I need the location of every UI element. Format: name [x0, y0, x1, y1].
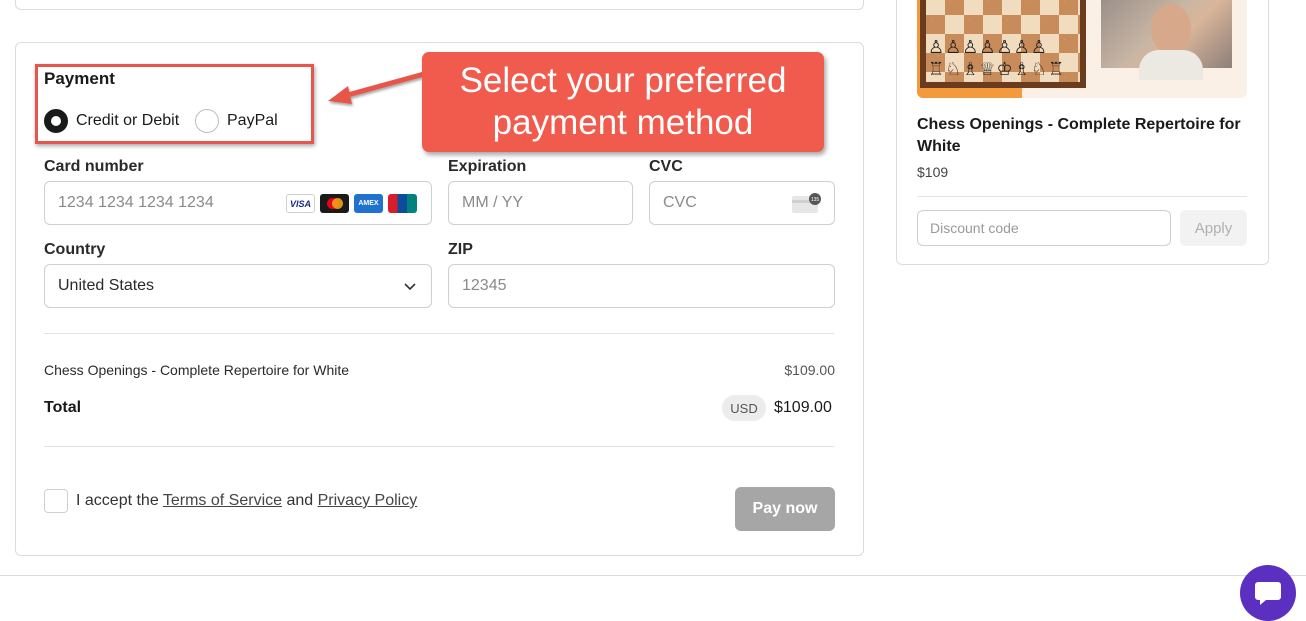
zip-placeholder: 12345 [462, 277, 507, 294]
product-thumbnail: ♙♙♙♙♙♙♙ ♖♘♗♕♔♗♘♖ [917, 0, 1247, 98]
unionpay-icon [388, 194, 417, 213]
card-number-label: Card number [44, 158, 144, 175]
expiration-label: Expiration [448, 158, 527, 175]
card-number-input[interactable]: 1234 1234 1234 1234 VISA AMEX [44, 181, 432, 225]
order-item-price: $109.00 [784, 362, 835, 378]
section-divider [44, 333, 834, 334]
side-divider [917, 196, 1247, 197]
chevron-down-icon [404, 283, 416, 291]
instructor-photo [1101, 0, 1232, 80]
visa-icon: VISA [286, 194, 315, 213]
privacy-policy-link[interactable]: Privacy Policy [318, 492, 418, 509]
total-amount: $109.00 [774, 399, 832, 416]
zip-label: ZIP [448, 241, 473, 258]
callout-arrow-icon [328, 71, 425, 104]
country-select[interactable]: United States [44, 264, 432, 308]
chessboard-image: ♙♙♙♙♙♙♙ ♖♘♗♕♔♗♘♖ [920, 0, 1086, 88]
expiration-input[interactable]: MM / YY [448, 181, 633, 225]
section-divider [44, 446, 834, 447]
cvc-placeholder: CVC [663, 194, 697, 211]
callout-line-2: payment method [492, 103, 754, 142]
terms-checkbox[interactable] [44, 489, 68, 513]
order-item-name: Chess Openings - Complete Repertoire for… [44, 362, 350, 378]
currency-badge: USD [722, 395, 766, 421]
zip-input[interactable]: 12345 [448, 264, 835, 308]
mastercard-icon [320, 194, 349, 213]
footer-divider [0, 575, 1306, 576]
country-label: Country [44, 241, 106, 258]
total-label: Total [44, 399, 82, 416]
card-brand-icons: VISA AMEX [286, 194, 417, 213]
card-number-placeholder: 1234 1234 1234 1234 [58, 194, 214, 211]
cvc-icon-text: 135 [811, 197, 820, 203]
instruction-callout: Select your preferred payment method [422, 52, 824, 152]
cvc-label: CVC [649, 158, 683, 175]
terms-prefix: I accept the [76, 492, 159, 509]
country-value: United States [58, 277, 155, 294]
apply-discount-button[interactable]: Apply [1180, 210, 1247, 246]
product-title: Chess Openings - Complete Repertoire for… [917, 116, 1241, 155]
discount-placeholder: Discount code [930, 220, 1019, 236]
callout-line-1: Select your preferred [459, 61, 787, 100]
chat-button[interactable] [1240, 565, 1296, 621]
chess-pieces: ♙♙♙♙♙♙♙ ♖♘♗♕♔♗♘♖ [928, 37, 1066, 79]
product-price: $109 [917, 164, 949, 180]
expiration-placeholder: MM / YY [462, 194, 524, 211]
pay-now-button[interactable]: Pay now [735, 487, 835, 531]
discount-code-input[interactable]: Discount code [917, 210, 1171, 246]
chat-bubble-icon [1255, 582, 1281, 605]
terms-and: and [286, 492, 314, 509]
cvc-input[interactable]: CVC 135 [649, 181, 835, 225]
amex-icon: AMEX [354, 194, 383, 213]
terms-text: I accept the Terms of Service and Privac… [76, 492, 417, 510]
previous-section-card [15, 0, 864, 10]
cvc-card-icon: 135 [792, 193, 821, 213]
payment-highlight-box [35, 64, 314, 144]
terms-of-service-link[interactable]: Terms of Service [163, 492, 282, 509]
